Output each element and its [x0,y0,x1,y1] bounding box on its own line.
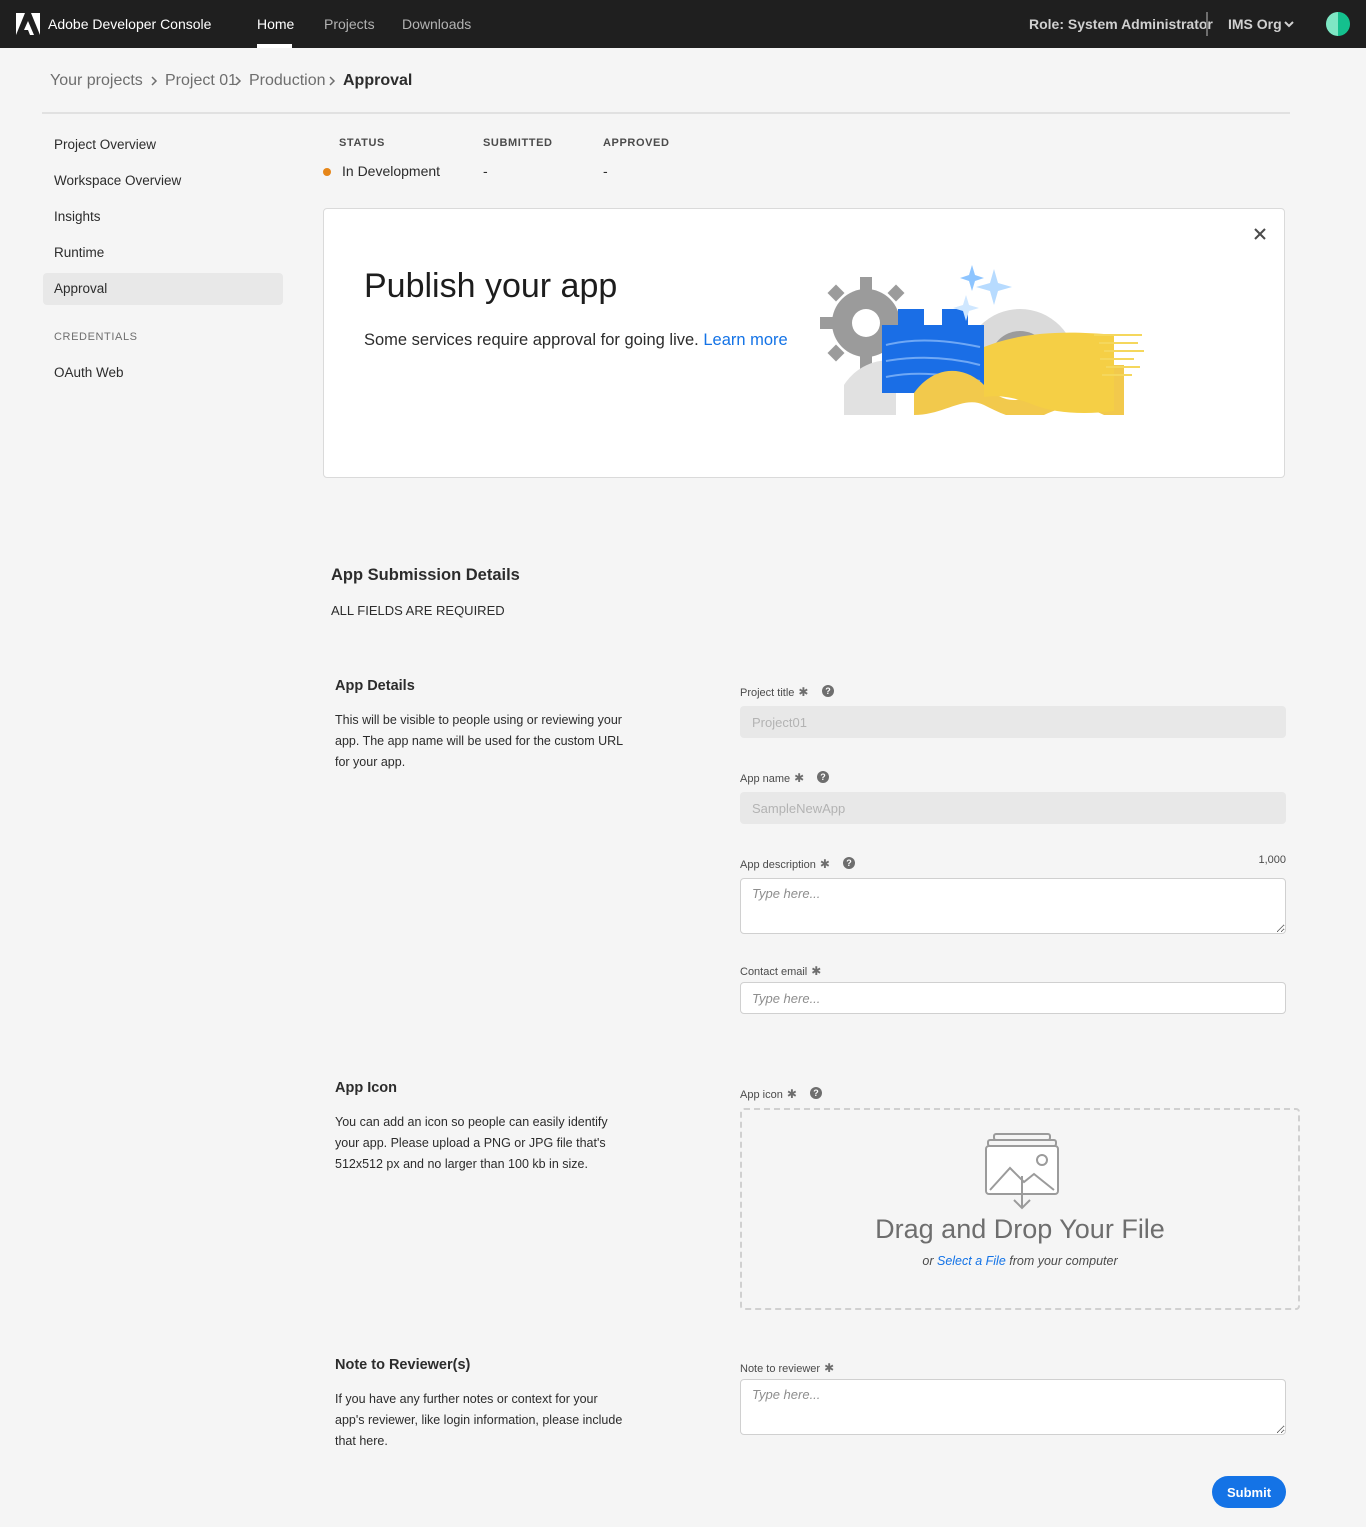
help-icon[interactable]: ? [817,771,829,783]
status-dot-icon [323,168,331,176]
drop-title: Drag and Drop Your File [875,1214,1165,1244]
chevron-down-icon[interactable] [1283,18,1295,30]
publish-subtitle-text: Some services require approval for going… [364,331,699,349]
close-icon[interactable] [1251,225,1269,243]
submission-heading: App Submission Details [331,566,520,584]
sidebar-item-approval[interactable]: Approval [43,273,283,305]
submitted-header: SUBMITTED [483,137,553,149]
drop-or-text: or [922,1254,934,1268]
required-mark: ✱ [786,1087,797,1101]
sidebar-item-project-overview[interactable]: Project Overview [43,129,283,161]
app-name-input [740,792,1286,824]
contact-email-label-text: Contact email [740,966,808,978]
breadcrumb-workspace[interactable]: Production [249,72,326,90]
chevron-right-icon [151,76,158,86]
top-bar: Adobe Developer Console Home Projects Do… [0,0,1366,48]
required-mark: ✱ [819,857,830,871]
help-icon[interactable]: ? [843,857,855,869]
drop-suffix-text: from your computer [1009,1254,1118,1268]
sidebar-section-credentials: CREDENTIALS [54,331,138,343]
app-description-field[interactable] [740,878,1286,934]
submitted-value: - [483,163,488,179]
app-icon-label-text: App icon [740,1089,783,1101]
publish-illustration [820,265,1144,415]
required-mark: ✱ [824,1361,835,1375]
approved-header: APPROVED [603,137,670,149]
app-details-title: App Details [335,678,415,694]
breadcrumb-your-projects[interactable]: Your projects [50,72,143,90]
image-upload-icon [985,1133,1059,1210]
topbar-divider [1206,12,1208,36]
chevron-right-icon [235,76,242,86]
required-mark: ✱ [811,964,822,978]
app-details-description: This will be visible to people using or … [335,713,623,769]
select-file-link[interactable]: Select a File [937,1254,1006,1268]
breadcrumb-project[interactable]: Project 01 [165,72,237,90]
avatar[interactable] [1326,12,1350,36]
note-to-reviewer-field[interactable] [740,1379,1286,1435]
contact-email-field[interactable] [740,982,1286,1014]
help-icon[interactable]: ? [822,685,834,697]
required-mark: ✱ [794,771,805,785]
project-title-label: Project title ✱ [740,685,808,699]
publish-title: Publish your app [364,267,618,305]
note-label: Note to reviewer ✱ [740,1361,834,1375]
note-title: Note to Reviewer(s) [335,1357,471,1373]
nav-home[interactable]: Home [257,16,294,32]
adobe-logo-icon[interactable] [16,13,40,35]
app-description-label-text: App description [740,859,816,871]
role-label: Role: System Administrator [1029,16,1213,32]
chevron-right-icon [329,76,336,86]
app-icon-description: You can add an icon so people can easily… [335,1115,608,1171]
sidebar-item-insights[interactable]: Insights [43,201,283,233]
app-name-label: App name ✱ [740,771,804,785]
sidebar-item-workspace-overview[interactable]: Workspace Overview [43,165,283,197]
publish-subtitle: Some services require approval for going… [364,331,788,350]
app-name-label-text: App name [740,773,791,785]
character-counter: 1,000 [1258,854,1286,866]
learn-more-link[interactable]: Learn more [703,331,787,349]
status-header: STATUS [339,137,385,149]
note-label-text: Note to reviewer [740,1363,821,1375]
nav-active-indicator [257,44,292,48]
breadcrumb-current: Approval [343,72,413,89]
required-mark: ✱ [798,685,809,699]
app-description-label: App description ✱ [740,857,830,871]
org-switcher[interactable]: IMS Org [1228,16,1282,32]
project-title-input [740,706,1286,738]
approved-value: - [603,163,608,179]
project-title-label-text: Project title [740,687,795,699]
required-note: ALL FIELDS ARE REQUIRED [331,603,505,618]
submit-button[interactable]: Submit [1212,1476,1286,1508]
drop-subtitle: or Select a File from your computer [742,1254,1298,1268]
help-icon[interactable]: ? [810,1087,822,1099]
publish-app-card: Publish your app Some services require a… [323,208,1285,478]
file-drop-zone[interactable]: Drag and Drop Your File or Select a File… [740,1108,1300,1310]
contact-email-label: Contact email ✱ [740,964,821,978]
sidebar-item-runtime[interactable]: Runtime [43,237,283,269]
app-icon-label: App icon ✱ [740,1087,797,1101]
sidebar-item-oauth-web[interactable]: OAuth Web [43,357,283,389]
status-value: In Development [342,163,441,179]
nav-downloads[interactable]: Downloads [402,16,471,32]
note-description: If you have any further notes or context… [335,1392,623,1448]
breadcrumb-divider [42,112,1290,114]
nav-projects[interactable]: Projects [324,16,375,32]
app-title[interactable]: Adobe Developer Console [48,16,211,32]
app-icon-title: App Icon [335,1080,398,1096]
